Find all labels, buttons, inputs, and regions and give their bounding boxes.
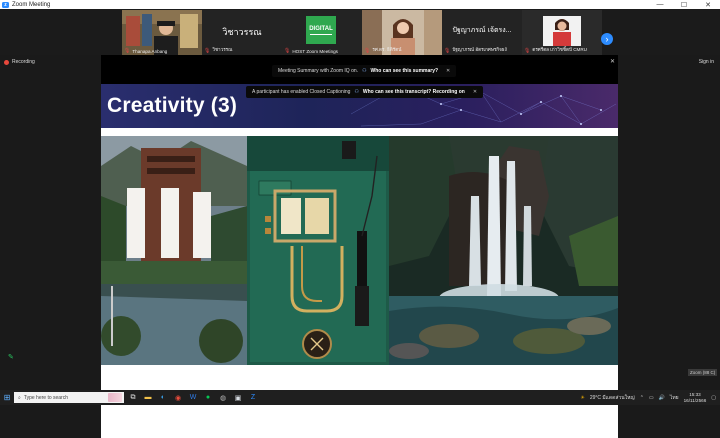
mic-muted-icon: 🎙 [124,48,131,54]
participant-tile[interactable]: 🎙 ดรศรีดล เก่าวิชชิ้ตปั CMRU [522,10,602,55]
search-icon: ⌕ [18,394,21,401]
maximize-button[interactable]: ☐ [672,0,696,9]
weather-text[interactable]: 29°C มีแดดส่วนใหญ่ [590,394,635,402]
close-window-button[interactable]: ✕ [696,0,720,9]
annotate-pencil-icon[interactable]: ✎ [8,353,14,361]
participant-name: 🎙 รศ.ดร. ธิติรัตน์ [364,47,402,54]
person-icon: ⚇ [354,89,359,95]
task-view-icon[interactable]: ⧉ [127,392,139,403]
logo-underline [310,33,332,35]
summary-link[interactable]: Who can see this summary? [371,68,439,74]
participant-name: 🎙 ปัฐญาภรณ์ อัตรเกศษรกิจธง์ [444,47,507,54]
shared-screen: ✕ Meeting Summary with Zoom IQ on. ⚇ Who… [101,55,618,438]
captioning-link[interactable]: Who can see this transcript? Recording o… [363,89,465,95]
captioning-notice-text: A participant has enabled Closed Caption… [252,89,351,95]
notification-icon[interactable]: ▢ [711,395,716,401]
app-icon[interactable]: ◍ [217,392,229,403]
word-icon[interactable]: W [187,392,199,403]
chevron-right-icon[interactable]: › [601,33,613,45]
tray-arrow-icon[interactable]: ⌃ [640,395,644,401]
volume-icon[interactable]: 🔊 [659,395,665,401]
participant-name: 🎙 ดรศรีดล เก่าวิชชิ้ตปั CMRU [524,47,587,54]
weather-sun-icon: ☀ [580,394,585,401]
clock[interactable]: 15:33 16/11/2566 [684,392,707,404]
window-controls: — ☐ ✕ [648,0,720,9]
participant-tile[interactable]: 🎙 Thanapa Anbang [122,10,202,55]
participant-name: 🎙 Thanapa Anbang [124,48,168,54]
circuit-photo [247,136,389,365]
language-indicator[interactable]: ไทย [670,394,679,402]
mic-muted-icon: 🎙 [364,47,371,54]
system-tray: ☀ 29°C มีแดดส่วนใหญ่ ⌃ ▭ 🔊 ไทย 15:33 16/… [580,390,716,405]
close-icon[interactable]: ✕ [473,89,477,95]
search-placeholder: Type here to search [23,394,69,401]
file-explorer-icon[interactable]: ▬ [142,392,154,403]
search-highlight-image [108,393,122,402]
participant-display-name: วิชาวรรณ [222,27,262,37]
slide-footer [101,365,618,373]
close-share-icon[interactable]: ✕ [610,58,615,65]
network-icon[interactable]: ▭ [649,395,654,401]
zoom-hint-badge: Zoom (88 C) [688,369,718,376]
participant-display-name: ปัฐญาภรณ์ เจ้ตรง... [452,27,512,34]
close-icon[interactable]: ✕ [446,68,450,74]
participant-tile[interactable]: DIGITAL 🎙 HOST Zoom Meetings [282,10,362,55]
mic-muted-icon: 🎙 [444,47,451,54]
summary-notice: Meeting Summary with Zoom IQ on. ⚇ Who c… [272,65,457,77]
participant-name: 🎙 HOST Zoom Meetings [284,48,338,54]
recording-label: Recording [12,59,35,65]
windows-taskbar: ⊞ ⌕ Type here to search ⧉ ▬ ◐ ◉ W ● ◍ ▣ … [0,390,720,405]
mic-muted-icon: 🎙 [284,48,291,54]
waterfall-photo [389,136,618,365]
participant-gallery: 🎙 Thanapa Anbang วิชาวรรณ 🎙 วิชาวรรณ DIGIT… [0,9,720,55]
minimize-button[interactable]: — [648,0,672,9]
windows-start-icon[interactable]: ⊞ [0,390,14,405]
summary-notice-text: Meeting Summary with Zoom IQ on. [278,68,359,74]
participant-name: 🎙 วิชาวรรณ [204,47,233,54]
date: 16/11/2566 [683,397,707,403]
taskbar-search[interactable]: ⌕ Type here to search [14,392,124,403]
chrome-icon[interactable]: ◉ [172,392,184,403]
edge-icon[interactable]: ◐ [157,392,169,403]
participant-tile[interactable]: 🎙 รศ.ดร. ธิติรัตน์ [362,10,442,55]
line-icon[interactable]: ● [202,392,214,403]
captioning-notice: A participant has enabled Closed Caption… [246,86,484,98]
mic-muted-icon: 🎙 [524,47,531,54]
digital-logo: DIGITAL [306,16,336,44]
person-icon: ⚇ [362,68,367,74]
building-photo [101,136,247,365]
folder-icon[interactable]: ▣ [232,392,244,403]
recording-dot-icon [4,59,9,65]
participant-tile[interactable]: วิชาวรรณ 🎙 วิชาวรรณ [202,10,282,55]
zoom-taskbar-icon[interactable]: Z [247,392,259,403]
window-titlebar: z Zoom Meeting — ☐ ✕ [0,0,720,9]
slide-photos [101,136,618,365]
sign-in-link[interactable]: Sign in [699,59,714,65]
recording-indicator[interactable]: Recording [4,59,35,65]
slide-title: Creativity (3) [107,94,238,117]
participant-tile[interactable]: ปัฐญาภรณ์ เจ้ตรง... 🎙 ปัฐญาภรณ์ อัตรเกศษร… [442,10,522,55]
zoom-logo-icon: z [2,1,9,8]
window-title: Zoom Meeting [12,1,51,8]
mic-muted-icon: 🎙 [204,47,211,54]
